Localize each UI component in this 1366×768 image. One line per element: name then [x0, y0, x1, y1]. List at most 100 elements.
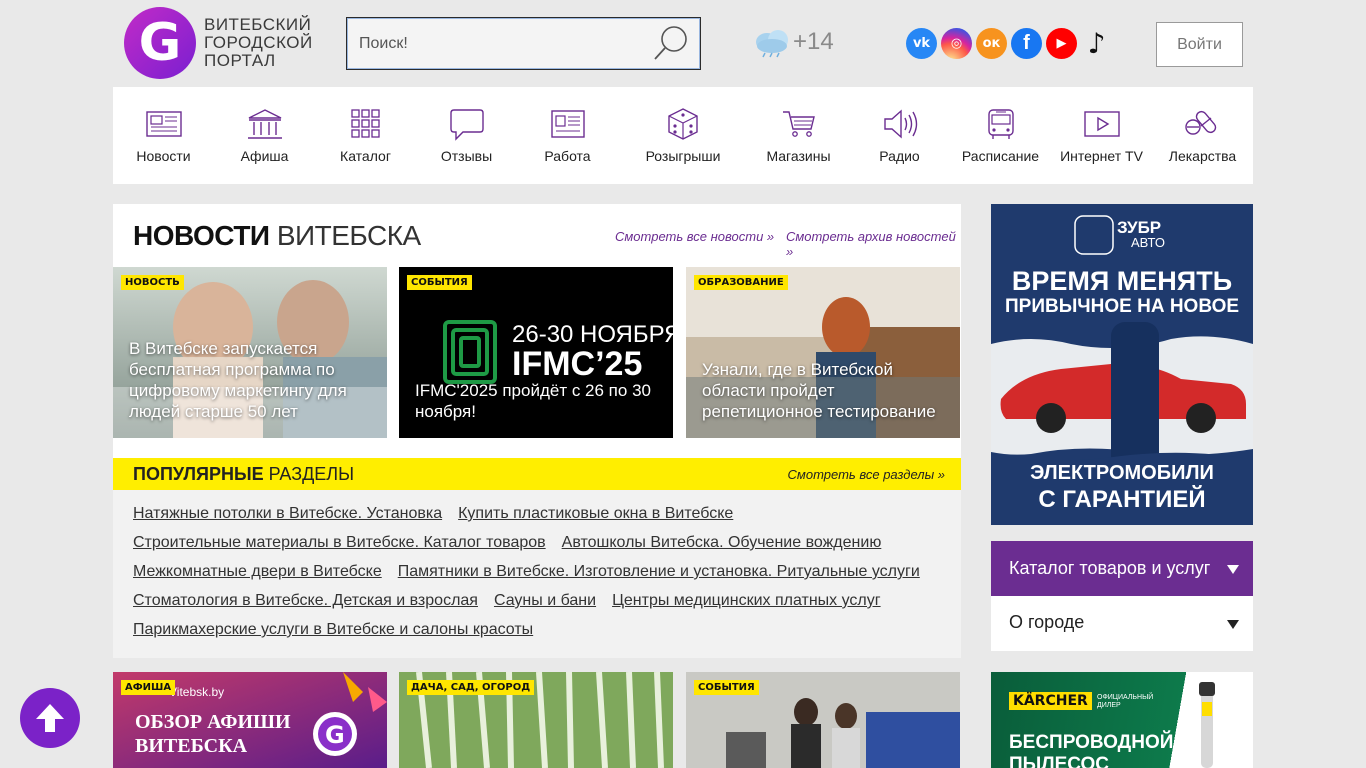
- popular-heading-rest: РАЗДЕЛЫ: [263, 464, 355, 484]
- news-heading-rest: ВИТЕБСКА: [269, 220, 421, 251]
- category-tag: СОБЫТИЯ: [694, 680, 759, 695]
- nav-label: Каталог: [340, 148, 391, 164]
- vk-icon[interactable]: vk: [906, 28, 937, 59]
- ad-headline-1: БЕСПРОВОДНОЙ: [1009, 732, 1174, 753]
- main-nav: Новости Афиша Каталог Отзывы Работа Розы…: [113, 87, 1253, 184]
- news-section: НОВОСТИ ВИТЕБСКА Смотреть все новости » …: [113, 204, 961, 658]
- speaker-icon: [883, 109, 917, 139]
- search-input[interactable]: [347, 18, 637, 69]
- news-archive-link[interactable]: Смотреть архив новостей »: [786, 229, 961, 259]
- category-tag: ДАЧА, САД, ОГОРОД: [407, 680, 535, 695]
- nav-item-reviews[interactable]: Отзывы: [416, 87, 517, 184]
- nav-item-radio[interactable]: Радио: [849, 87, 950, 184]
- karcher-ad[interactable]: KÄRCHER ОФИЦИАЛЬНЫЙ ДИЛЕР БЕСПРОВОДНОЙ П…: [991, 672, 1253, 768]
- nav-label: Интернет TV: [1060, 148, 1143, 164]
- popular-link[interactable]: Строительные материалы в Витебске. Катал…: [133, 534, 546, 563]
- ad-headline-2: ПРИВЫЧНОЕ НА НОВОЕ: [1004, 296, 1240, 317]
- nav-item-jobs[interactable]: Работа: [517, 87, 618, 184]
- scroll-to-top-button[interactable]: [20, 688, 80, 748]
- nav-label: Работа: [544, 148, 591, 164]
- ad-footer-1: ЭЛЕКТРОМОБИЛИ: [1030, 462, 1214, 484]
- facebook-icon[interactable]: f: [1011, 28, 1042, 59]
- news-heading: НОВОСТИ ВИТЕБСКА: [133, 220, 421, 252]
- instagram-icon[interactable]: ◎: [941, 28, 972, 59]
- about-city-label: О городе: [1009, 612, 1085, 632]
- site-logo[interactable]: G ВИТЕБСКИЙ ГОРОДСКОЙ ПОРТАЛ: [124, 6, 314, 80]
- nav-label: Новости: [136, 148, 191, 164]
- popular-link[interactable]: Памятники в Витебске. Изготовление и уст…: [398, 563, 920, 592]
- all-news-link[interactable]: Смотреть все новости »: [615, 229, 774, 244]
- arrow-up-icon: [36, 704, 64, 732]
- search-box: [346, 17, 701, 70]
- ad-headline: БЕСПРОВОДНОЙ ПЫЛЕСОС: [1009, 732, 1173, 768]
- nav-label: Афиша: [240, 148, 289, 164]
- weather-widget[interactable]: +14: [753, 26, 834, 58]
- ad-brand-line-1: ЗУБР: [1117, 218, 1162, 237]
- resume-icon: [550, 110, 585, 138]
- chevron-down-icon: [1227, 620, 1239, 629]
- logo-mark: G: [124, 7, 196, 79]
- nav-item-news[interactable]: Новости: [113, 87, 214, 184]
- news-cards: НОВОСТЬ В Витебске запускается бесплатна…: [113, 267, 961, 438]
- all-sections-link[interactable]: Смотреть все разделы »: [788, 467, 945, 482]
- nav-label: Радио: [879, 148, 920, 164]
- popular-row: Парикмахерские услуги в Витебске и салон…: [133, 621, 941, 650]
- nav-label: Магазины: [766, 148, 831, 164]
- news-card-title: Узнали, где в Витебской области пройдет …: [702, 360, 936, 421]
- popular-heading-bold: ПОПУЛЯРНЫЕ: [133, 464, 264, 484]
- banner-dates: 26-30 НОЯБРЯ: [512, 321, 673, 348]
- nav-item-catalog[interactable]: Каталог: [315, 87, 416, 184]
- login-button[interactable]: Войти: [1156, 22, 1243, 67]
- popular-row: Межкомнатные двери в Витебске Памятники …: [133, 563, 941, 592]
- dice-icon: [668, 108, 698, 140]
- nav-label: Отзывы: [440, 148, 493, 164]
- nav-item-afisha[interactable]: Афиша: [214, 87, 315, 184]
- nav-item-medicines[interactable]: Лекарства: [1152, 87, 1253, 184]
- nav-label: Расписание: [961, 148, 1040, 164]
- logo-line-3: ПОРТАЛ: [204, 51, 276, 70]
- news-card-title: В Витебске запускается бесплатная програ…: [129, 339, 347, 421]
- nav-item-schedule[interactable]: Расписание: [950, 87, 1051, 184]
- tiktok-icon[interactable]: ♪: [1081, 27, 1112, 60]
- ad-brand: ЗУБР АВТО: [1117, 218, 1165, 250]
- youtube-icon[interactable]: ▶: [1046, 28, 1077, 59]
- bottom-news-cards: Vitebsk.by ОБЗОР АФИШИ ВИТЕБСКА G АФИША …: [113, 672, 961, 768]
- nav-item-internet-tv[interactable]: Интернет TV: [1051, 87, 1152, 184]
- news-card-title: IFMC'2025 пройдёт с 26 по 30 ноября!: [415, 381, 651, 421]
- catalog-dropdown[interactable]: Каталог товаров и услуг: [991, 541, 1253, 596]
- news-card[interactable]: СОБЫТИЯ: [686, 672, 960, 768]
- popular-link[interactable]: Центры медицинских платных услуг: [612, 592, 881, 621]
- nav-item-giveaways[interactable]: Розыгрыши: [618, 87, 748, 184]
- nav-item-shops[interactable]: Магазины: [748, 87, 849, 184]
- zubr-auto-ad[interactable]: ЗУБР АВТО ВРЕМЯ МЕНЯТЬ ПРИВЫЧНОЕ НА НОВО…: [991, 204, 1253, 525]
- popular-link[interactable]: Сауны и бани: [494, 592, 596, 621]
- logo-letter: G: [325, 721, 345, 749]
- news-card[interactable]: НОВОСТЬ В Витебске запускается бесплатна…: [113, 267, 387, 438]
- theatre-icon: [247, 109, 282, 139]
- popular-link[interactable]: Натяжные потолки в Витебске. Установка: [133, 505, 442, 534]
- popular-link[interactable]: Межкомнатные двери в Витебске: [133, 563, 382, 592]
- popular-row: Стоматология в Витебске. Детская и взрос…: [133, 592, 941, 621]
- nav-label: Лекарства: [1168, 148, 1237, 164]
- category-tag: НОВОСТЬ: [121, 275, 184, 290]
- search-icon[interactable]: [652, 24, 690, 62]
- popular-link[interactable]: Стоматология в Витебске. Детская и взрос…: [133, 592, 478, 621]
- news-card[interactable]: Vitebsk.by ОБЗОР АФИШИ ВИТЕБСКА G АФИША: [113, 672, 387, 768]
- about-city-dropdown[interactable]: О городе: [991, 596, 1253, 651]
- banner-site: Vitebsk.by: [169, 685, 224, 699]
- newspaper-icon: [145, 111, 182, 137]
- news-card[interactable]: ОБРАЗОВАНИЕ Узнали, где в Витебской обла…: [686, 267, 960, 438]
- news-card[interactable]: ДАЧА, САД, ОГОРОД: [399, 672, 673, 768]
- news-card[interactable]: 26-30 НОЯБРЯ IFMC’25 СОБЫТИЯ IFMC'2025 п…: [399, 267, 673, 438]
- odnoklassniki-icon[interactable]: ок: [976, 28, 1007, 59]
- popular-link[interactable]: Парикмахерские услуги в Витебске и салон…: [133, 621, 533, 650]
- ad-brand: KÄRCHER: [1009, 692, 1092, 710]
- category-tag: АФИША: [121, 680, 176, 695]
- play-icon: [1083, 111, 1120, 137]
- category-tag: СОБЫТИЯ: [407, 275, 472, 290]
- ad-dealer-label: ОФИЦИАЛЬНЫЙ ДИЛЕР: [1097, 694, 1154, 709]
- logo-text: ВИТЕБСКИЙ ГОРОДСКОЙ ПОРТАЛ: [204, 16, 313, 70]
- ad-headline-1: ВРЕМЯ МЕНЯТЬ: [1011, 266, 1233, 296]
- popular-link[interactable]: Автошколы Витебска. Обучение вождению: [562, 534, 882, 563]
- popular-link[interactable]: Купить пластиковые окна в Витебске: [458, 505, 733, 534]
